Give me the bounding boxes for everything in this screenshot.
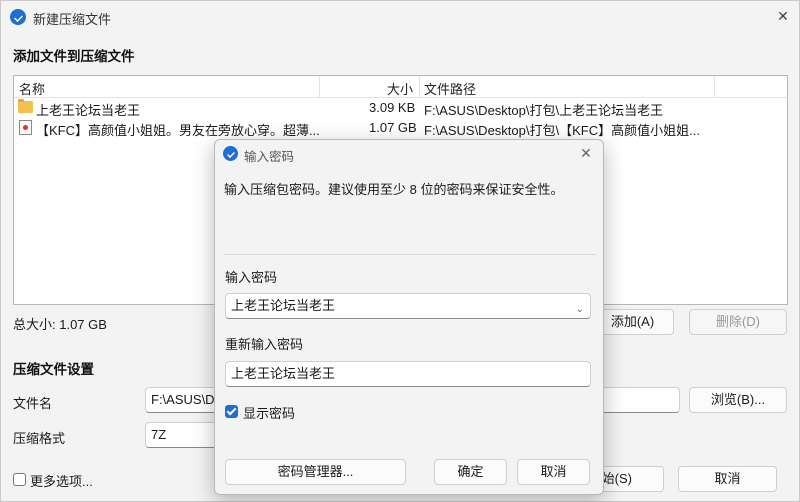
add-files-heading: 添加文件到压缩文件 bbox=[13, 49, 135, 64]
file-size: 3.09 KB bbox=[369, 100, 416, 115]
divider bbox=[224, 254, 596, 255]
password-value: 上老王论坛当老王 bbox=[231, 298, 336, 313]
ok-button[interactable]: 确定 bbox=[434, 459, 507, 485]
column-divider[interactable] bbox=[419, 76, 420, 98]
column-name[interactable]: 名称 bbox=[19, 79, 45, 98]
delete-button[interactable]: 删除(D) bbox=[689, 309, 787, 335]
app-icon bbox=[10, 9, 26, 25]
password-input[interactable]: 上老王论坛当老王 ⌄ bbox=[225, 293, 591, 319]
column-size[interactable]: 大小 bbox=[387, 79, 413, 98]
dialog-app-icon bbox=[223, 146, 238, 161]
password-manager-button[interactable]: 密码管理器... bbox=[225, 459, 406, 485]
browse-button[interactable]: 浏览(B)... bbox=[689, 387, 787, 413]
dialog-title: 输入密码 bbox=[244, 150, 295, 164]
file-size: 1.07 GB bbox=[369, 120, 417, 135]
column-divider[interactable] bbox=[319, 76, 320, 98]
file-path: F:\ASUS\Desktop\打包\【KFC】高颜值小姐姐... bbox=[424, 123, 700, 138]
file-row[interactable]: 上老王论坛当老王 3.09 KB F:\ASUS\Desktop\打包\上老王论… bbox=[14, 98, 787, 118]
file-row[interactable]: 【KFC】高颜值小姐姐。男友在旁放心穿。超薄... 1.07 GB F:\ASU… bbox=[14, 118, 787, 138]
filename-label: 文件名 bbox=[13, 396, 53, 411]
folder-icon bbox=[18, 99, 33, 113]
chevron-down-icon[interactable]: ⌄ bbox=[576, 298, 584, 318]
file-path: F:\ASUS\Desktop\打包\上老王论坛当老王 bbox=[424, 103, 664, 118]
password-dialog: 输入密码 ✕ 输入压缩包密码。建议使用至少 8 位的密码来保证安全性。 输入密码… bbox=[214, 139, 604, 495]
show-password-label[interactable]: 显示密码 bbox=[243, 403, 295, 422]
more-options-checkbox[interactable] bbox=[13, 473, 26, 486]
show-password-checkbox[interactable] bbox=[225, 405, 238, 418]
dialog-close-icon[interactable]: ✕ bbox=[576, 143, 596, 163]
password-label: 输入密码 bbox=[225, 270, 278, 285]
reenter-password-label: 重新输入密码 bbox=[225, 337, 304, 352]
file-list-header: 名称 大小 文件路径 bbox=[14, 76, 787, 98]
reenter-password-input[interactable]: 上老王论坛当老王 bbox=[225, 361, 591, 387]
window-title: 新建压缩文件 bbox=[33, 12, 112, 27]
file-name: 【KFC】高颜值小姐姐。男友在旁放心穿。超薄... bbox=[36, 123, 320, 138]
cancel-button[interactable]: 取消 bbox=[678, 466, 777, 492]
settings-heading: 压缩文件设置 bbox=[13, 362, 94, 377]
checkmark-icon bbox=[225, 405, 238, 418]
format-label: 压缩格式 bbox=[13, 431, 66, 446]
dialog-cancel-button[interactable]: 取消 bbox=[517, 459, 590, 485]
column-path[interactable]: 文件路径 bbox=[424, 79, 476, 98]
total-size-label: 总大小: 1.07 GB bbox=[13, 317, 107, 332]
title-bar: 新建压缩文件 ✕ bbox=[1, 1, 799, 33]
close-icon[interactable]: ✕ bbox=[772, 5, 794, 27]
dialog-info-text: 输入压缩包密码。建议使用至少 8 位的密码来保证安全性。 bbox=[224, 182, 564, 197]
column-divider[interactable] bbox=[714, 76, 715, 98]
video-file-icon bbox=[19, 120, 32, 135]
more-options-label[interactable]: 更多选项... bbox=[30, 471, 93, 490]
file-name: 上老王论坛当老王 bbox=[36, 103, 141, 118]
